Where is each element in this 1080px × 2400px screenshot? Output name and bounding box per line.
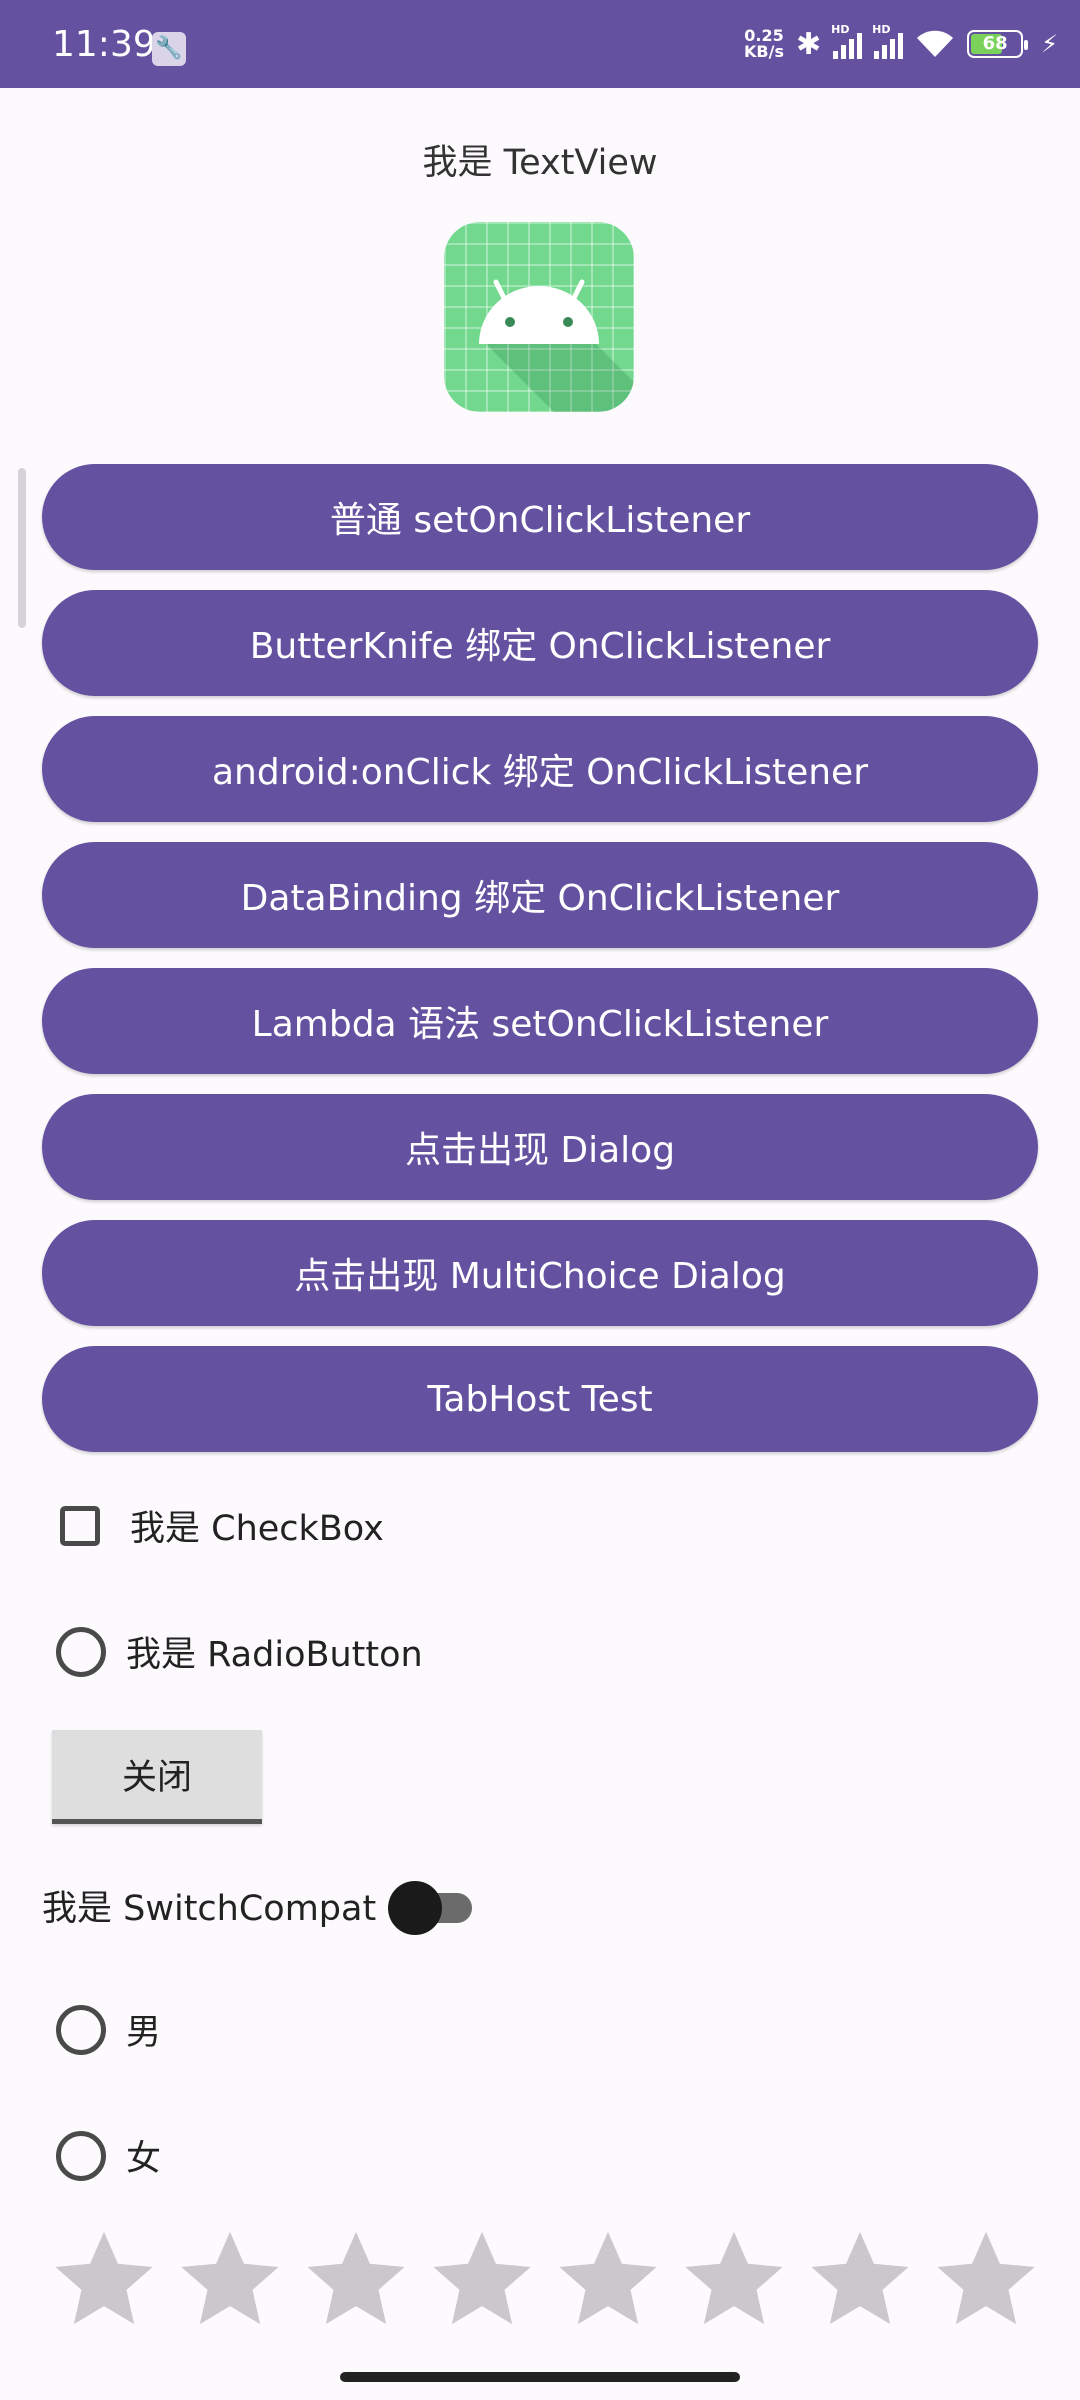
- bluetooth-icon: ✱: [796, 26, 822, 62]
- show-dialog-button[interactable]: 点击出现 Dialog: [42, 1094, 1038, 1200]
- radio-button[interactable]: 我是 RadioButton: [56, 1626, 423, 1677]
- databinding-button[interactable]: DataBinding 绑定 OnClickListener: [42, 842, 1038, 948]
- rating-bar[interactable]: [50, 2228, 1040, 2332]
- checkbox-label: 我是 CheckBox: [130, 1509, 384, 1549]
- close-button[interactable]: 关闭: [52, 1730, 262, 1824]
- android-icon: [444, 222, 634, 412]
- star-icon[interactable]: [806, 2228, 914, 2332]
- cellular-signal-icon: HD: [872, 23, 904, 59]
- multichoice-dialog-button[interactable]: 点击出现 MultiChoice Dialog: [42, 1220, 1038, 1326]
- star-icon[interactable]: [554, 2228, 662, 2332]
- status-time: 11:39: [52, 24, 156, 65]
- radio-female-label: 女: [126, 2139, 162, 2179]
- status-bar: 11:39 🔧 0.25 KB/s ✱ HD HD 68 ⚡: [0, 0, 1080, 88]
- radio-male[interactable]: 男: [56, 2004, 161, 2055]
- radio-circle[interactable]: [56, 2004, 106, 2055]
- xml-onclick-button[interactable]: android:onClick 绑定 OnClickListener: [42, 716, 1038, 822]
- switch-thumb[interactable]: [388, 1880, 443, 1935]
- star-icon[interactable]: [932, 2228, 1040, 2332]
- radio-female[interactable]: 女: [56, 2130, 161, 2181]
- radio-circle[interactable]: [56, 2130, 106, 2181]
- star-icon[interactable]: [680, 2228, 788, 2332]
- network-speed-unit: KB/s: [744, 42, 784, 61]
- switch-toggle[interactable]: [388, 1880, 474, 1935]
- butterknife-button[interactable]: ButterKnife 绑定 OnClickListener: [42, 590, 1038, 696]
- star-icon[interactable]: [176, 2228, 284, 2332]
- textview: 我是 TextView: [422, 143, 658, 183]
- charging-icon: ⚡: [1041, 30, 1058, 58]
- radio-circle[interactable]: [56, 1626, 106, 1677]
- tabhost-test-button[interactable]: TabHost Test: [42, 1346, 1038, 1452]
- hd-label: HD: [872, 23, 891, 36]
- checkbox-box[interactable]: [60, 1505, 100, 1546]
- star-icon[interactable]: [50, 2228, 158, 2332]
- radio-button-label: 我是 RadioButton: [126, 1635, 423, 1675]
- battery-icon: 68: [967, 30, 1029, 58]
- cellular-signal-icon: HD: [831, 23, 863, 59]
- gesture-nav-handle[interactable]: [340, 2372, 740, 2382]
- battery-level: 68: [982, 33, 1008, 54]
- scroll-indicator[interactable]: [18, 468, 26, 628]
- network-speed: 0.25 KB/s: [744, 28, 784, 60]
- wrench-icon: 🔧: [152, 32, 186, 66]
- plain-onclick-button[interactable]: 普通 setOnClickListener: [42, 464, 1038, 570]
- checkbox[interactable]: 我是 CheckBox: [56, 1500, 384, 1551]
- lambda-button[interactable]: Lambda 语法 setOnClickListener: [42, 968, 1038, 1074]
- radio-male-label: 男: [126, 2013, 162, 2053]
- switch-compat[interactable]: 我是 SwitchCompat: [42, 1880, 474, 1935]
- wifi-icon: [917, 30, 954, 57]
- status-icons: 0.25 KB/s ✱ HD HD 68 ⚡: [744, 20, 1058, 68]
- star-icon[interactable]: [428, 2228, 536, 2332]
- switch-label: 我是 SwitchCompat: [42, 1889, 377, 1929]
- star-icon[interactable]: [302, 2228, 410, 2332]
- hd-label: HD: [831, 23, 850, 36]
